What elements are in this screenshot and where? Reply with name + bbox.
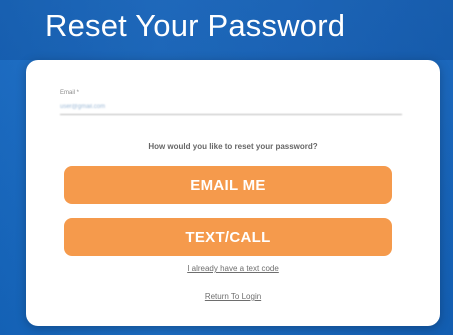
reset-password-card: Email * How would you like to reset your… [26, 60, 440, 326]
email-me-button[interactable]: EMAIL ME [64, 166, 392, 204]
page-title: Reset Your Password [45, 8, 346, 43]
already-have-code-link[interactable]: I already have a text code [26, 264, 440, 273]
email-label: Email * [60, 90, 80, 96]
return-to-login-link[interactable]: Return To Login [26, 292, 440, 301]
reset-method-prompt: How would you like to reset your passwor… [148, 142, 318, 151]
email-field-group: Email * [60, 89, 402, 115]
email-field[interactable] [60, 100, 402, 115]
text-call-button[interactable]: TEXT/CALL [64, 218, 392, 256]
